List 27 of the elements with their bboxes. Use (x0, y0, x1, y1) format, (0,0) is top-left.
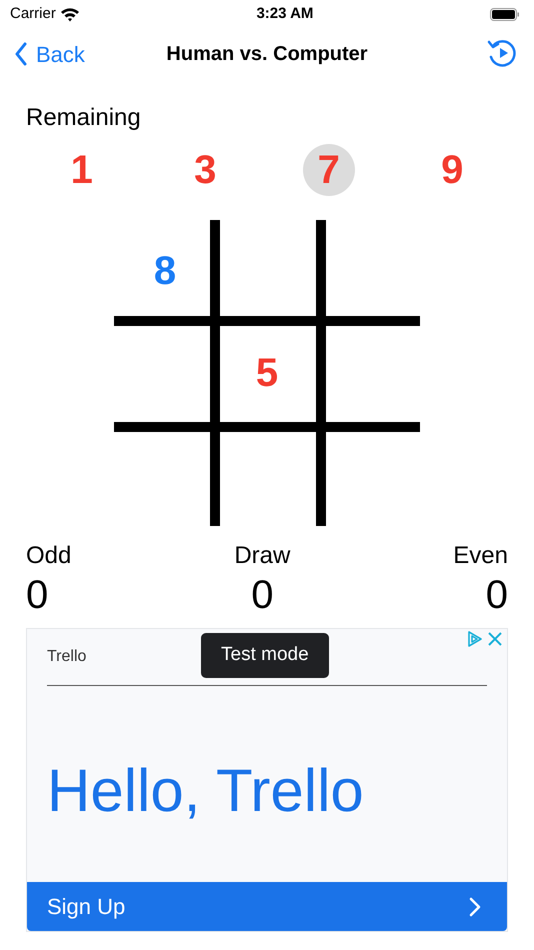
wifi-icon (60, 6, 80, 22)
sign-up-button[interactable]: Sign Up (27, 882, 507, 931)
score-label: Draw (234, 541, 290, 571)
close-icon[interactable] (487, 631, 503, 647)
ad-headline: Hello, Trello (47, 757, 364, 824)
number-button[interactable]: 9 (426, 144, 478, 196)
chevron-left-icon (14, 42, 28, 66)
number-button[interactable]: 7 (302, 144, 355, 196)
board-number: 5 (256, 350, 278, 397)
test-mode-tooltip: Test mode (201, 633, 329, 678)
battery-icon (490, 8, 520, 20)
score-value: 0 (486, 574, 508, 616)
number-button[interactable]: 3 (179, 144, 232, 196)
score-label: Even (453, 541, 508, 571)
chevron-right-icon (469, 896, 481, 916)
score-value: 0 (26, 574, 48, 616)
number-button[interactable]: 1 (56, 144, 108, 196)
board-number: 8 (154, 248, 176, 295)
status-time: 3:23 AM (256, 4, 314, 24)
ad-choices-icon[interactable] (467, 631, 483, 647)
back-button[interactable]: Back (14, 38, 85, 70)
advertiser-name: Trello (47, 648, 86, 665)
nav-title: Human vs. Computer (166, 43, 368, 65)
score-label: Odd (26, 541, 72, 571)
score-value: 0 (251, 574, 274, 616)
carrier-label: Carrier (10, 4, 56, 24)
remaining-label: Remaining (26, 103, 142, 133)
